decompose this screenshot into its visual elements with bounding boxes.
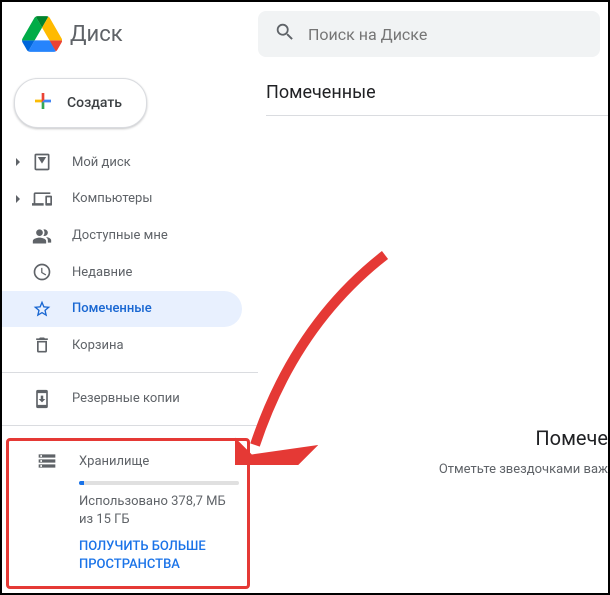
nav-label: Помеченные [72, 301, 152, 316]
drive-logo-icon [22, 14, 62, 54]
caret-icon [10, 194, 26, 204]
nav-label: Недавние [72, 265, 132, 280]
storage-section: Хранилище Использовано 378,7 МБ из 15 ГБ… [6, 438, 250, 589]
create-button-label: Создать [67, 95, 122, 111]
clock-icon [30, 260, 54, 284]
nav-label: Корзина [72, 338, 124, 353]
main-content: Помеченные Помече Отметьте звездочками в… [258, 66, 608, 593]
backup-icon [30, 387, 54, 411]
sidebar-item-shared[interactable]: Доступные мне [2, 217, 242, 254]
my-drive-icon [30, 150, 54, 174]
caret-icon [10, 157, 26, 167]
empty-state-title: Помече [439, 426, 608, 450]
create-button[interactable]: Создать [14, 78, 147, 128]
storage-upgrade-link[interactable]: ПОЛУЧИТЬ БОЛЬШЕ ПРОСТРАНСТВА [79, 538, 235, 574]
plus-icon [31, 89, 55, 117]
divider [2, 372, 258, 373]
trash-icon [30, 333, 54, 357]
sidebar-item-trash[interactable]: Корзина [2, 327, 242, 364]
nav-label: Мой диск [72, 155, 131, 170]
nav-label: Резервные копии [72, 391, 180, 406]
storage-usage-text: Использовано 378,7 МБ из 15 ГБ [79, 493, 235, 529]
storage-title: Хранилище [79, 454, 149, 469]
empty-state-subtitle: Отметьте звездочками важ [439, 462, 608, 477]
search-icon [274, 21, 296, 47]
computers-icon [30, 187, 54, 211]
divider [2, 425, 258, 426]
search-bar[interactable] [258, 11, 600, 57]
sidebar: Создать Мой диск Компьютеры Доступные мн… [2, 66, 258, 593]
sidebar-item-recent[interactable]: Недавние [2, 254, 242, 291]
nav-label: Компьютеры [72, 191, 152, 206]
app-logo-area[interactable]: Диск [10, 14, 258, 54]
shared-icon [30, 224, 54, 248]
sidebar-item-computers[interactable]: Компьютеры [2, 181, 242, 218]
app-name: Диск [70, 22, 123, 47]
storage-item[interactable]: Хранилище [17, 449, 235, 473]
sidebar-item-starred[interactable]: Помеченные [2, 291, 242, 328]
nav-label: Доступные мне [72, 228, 168, 243]
sidebar-item-my-drive[interactable]: Мой диск [2, 144, 242, 181]
sidebar-item-backups[interactable]: Резервные копии [2, 381, 242, 418]
star-icon [30, 297, 54, 321]
storage-icon [37, 449, 61, 473]
page-title: Помеченные [266, 82, 608, 116]
search-input[interactable] [308, 25, 584, 44]
storage-progress-bar [79, 481, 239, 485]
